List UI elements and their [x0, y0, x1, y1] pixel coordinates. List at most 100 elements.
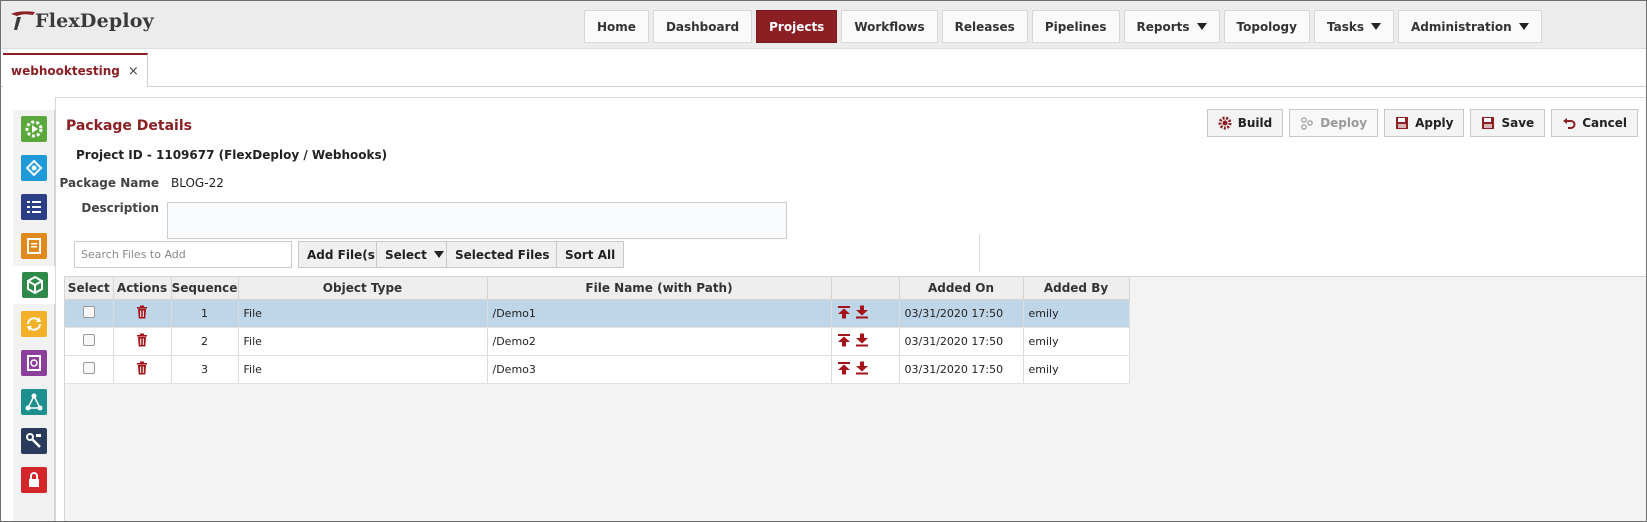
selected-files-label: Selected Files: [455, 247, 550, 262]
sidebar-item-build[interactable]: [13, 110, 55, 148]
build-button[interactable]: Build: [1206, 109, 1284, 137]
sort-all-button[interactable]: Sort All: [556, 241, 625, 268]
sync-icon: [21, 311, 47, 337]
tab-label: webhooktesting: [11, 64, 120, 78]
column-header-select[interactable]: Select: [65, 277, 114, 300]
nav-home[interactable]: Home: [584, 10, 649, 43]
floppy-icon: [1396, 117, 1409, 129]
row-checkbox[interactable]: [82, 305, 95, 318]
move-to-bottom-icon[interactable]: [855, 333, 869, 347]
row-actions-cell: [113, 327, 172, 356]
report-icon: [21, 350, 47, 376]
row-checkbox[interactable]: [82, 361, 95, 374]
row-added-on: 03/31/2020 17:50: [899, 299, 1024, 328]
lock-icon: [21, 467, 47, 493]
nav-administration[interactable]: Administration: [1397, 10, 1542, 43]
trash-icon[interactable]: [136, 361, 148, 375]
row-file-name: /Demo1: [487, 299, 832, 328]
sidebar-item-report[interactable]: [13, 344, 55, 382]
add-files-label: Add File(s): [307, 247, 381, 262]
nav-pipelines-label: Pipelines: [1044, 19, 1107, 34]
main-nav: Home Dashboard Projects Workflows Releas…: [584, 10, 1542, 43]
row-actions-cell: [113, 355, 172, 384]
nav-tasks[interactable]: Tasks: [1313, 10, 1394, 43]
trash-icon[interactable]: [136, 333, 148, 347]
app-window: FlexDeploy Home Dashboard Projects Workf…: [0, 0, 1647, 522]
row-checkbox[interactable]: [82, 333, 95, 346]
column-header-added-by[interactable]: Added By: [1023, 277, 1130, 300]
chevron-down-icon: [1518, 23, 1529, 30]
column-header-actions[interactable]: Actions: [113, 277, 172, 300]
search-files-input[interactable]: [74, 241, 292, 268]
nav-tasks-label: Tasks: [1326, 19, 1364, 34]
nav-releases[interactable]: Releases: [941, 10, 1028, 43]
move-to-top-icon[interactable]: [837, 333, 851, 347]
sidebar-item-workflow[interactable]: [13, 149, 55, 187]
column-header-sequence[interactable]: Sequence: [171, 277, 239, 300]
save-label: Save: [1501, 116, 1535, 130]
row-added-by: emily: [1023, 355, 1130, 384]
description-field[interactable]: [167, 202, 787, 239]
cancel-label: Cancel: [1582, 116, 1627, 130]
nav-workflows[interactable]: Workflows: [841, 10, 938, 43]
brand-name: FlexDeploy: [35, 10, 154, 32]
sidebar-item-security[interactable]: [13, 461, 55, 499]
nav-dashboard-label: Dashboard: [665, 19, 740, 34]
sidebar-item-topology[interactable]: [13, 383, 55, 421]
sidebar-item-tools[interactable]: [13, 422, 55, 460]
floppy-icon: [1482, 117, 1495, 129]
apply-button[interactable]: Apply: [1384, 109, 1465, 137]
row-added-on: 03/31/2020 17:50: [899, 327, 1024, 356]
deploy-label: Deploy: [1320, 116, 1368, 130]
row-move-cell: [831, 327, 900, 356]
move-to-top-icon[interactable]: [837, 361, 851, 375]
deploy-button[interactable]: Deploy: [1289, 109, 1379, 137]
nav-home-label: Home: [597, 19, 636, 34]
sidebar-item-sync[interactable]: [13, 305, 55, 343]
column-header-file-name[interactable]: File Name (with Path): [487, 277, 832, 300]
row-file-name: /Demo2: [487, 327, 832, 356]
project-id: Project ID - 1109677 (FlexDeploy / Webho…: [76, 148, 388, 162]
move-to-bottom-icon[interactable]: [855, 305, 869, 319]
table-row[interactable]: 3 File /Demo3 03/31/2020 17:50 emily: [65, 355, 1130, 384]
close-icon[interactable]: ×: [128, 64, 139, 79]
move-to-bottom-icon[interactable]: [855, 361, 869, 375]
chevron-down-icon: [1196, 23, 1207, 30]
nav-projects[interactable]: Projects: [756, 10, 838, 43]
table-row[interactable]: 2 File /Demo2 03/31/2020 17:50 emily: [65, 327, 1130, 356]
package-files-table: Select Actions Sequence Object Type File…: [65, 277, 1130, 384]
sidebar-item-document[interactable]: [13, 227, 55, 265]
tab-webhooktesting[interactable]: webhooktesting ×: [3, 53, 148, 87]
sidebar-item-list[interactable]: [13, 188, 55, 226]
column-header-object-type[interactable]: Object Type: [238, 277, 488, 300]
table-row[interactable]: 1 File /Demo1 03/31/2020 17:50 emily: [65, 299, 1130, 328]
description-label: Description: [81, 201, 159, 215]
column-header-move: [831, 277, 900, 300]
nav-topology[interactable]: Topology: [1223, 10, 1310, 43]
table-header-row: Select Actions Sequence Object Type File…: [65, 277, 1130, 300]
cancel-button[interactable]: Cancel: [1551, 109, 1638, 137]
row-actions-cell: [113, 299, 172, 328]
save-button[interactable]: Save: [1470, 109, 1546, 137]
nav-reports[interactable]: Reports: [1123, 10, 1220, 43]
nav-dashboard[interactable]: Dashboard: [652, 10, 753, 43]
row-object-type: File: [238, 299, 488, 328]
flexdeploy-logo[interactable]: FlexDeploy: [9, 9, 154, 33]
row-move-cell: [831, 299, 900, 328]
sidebar-item-package[interactable]: [13, 266, 56, 304]
column-header-added-on[interactable]: Added On: [899, 277, 1024, 300]
nav-pipelines[interactable]: Pipelines: [1031, 10, 1120, 43]
nav-administration-label: Administration: [1410, 19, 1512, 34]
topology-icon: [21, 389, 47, 415]
trash-icon[interactable]: [136, 305, 148, 319]
build-label: Build: [1237, 116, 1273, 130]
row-added-by: emily: [1023, 299, 1130, 328]
chevron-down-icon: [1370, 23, 1381, 30]
package-icon: [21, 272, 48, 298]
row-checkbox-cell: [65, 327, 114, 356]
row-object-type: File: [238, 327, 488, 356]
row-sequence: 1: [171, 299, 239, 328]
move-to-top-icon[interactable]: [837, 305, 851, 319]
row-sequence: 2: [171, 327, 239, 356]
select-menu-button[interactable]: Select: [376, 241, 453, 268]
